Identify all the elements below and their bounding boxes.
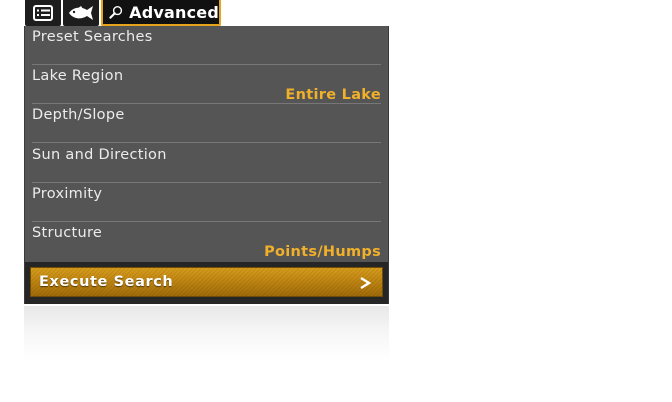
menu-item-preset-searches[interactable]: Preset Searches — [25, 26, 388, 65]
search-screen: Advanced Preset Searches Lake Region Ent… — [0, 0, 672, 402]
chevron-right-icon — [360, 276, 372, 290]
menu-item-value: Entire Lake — [285, 87, 381, 103]
execute-search-button[interactable]: Execute Search — [30, 267, 383, 297]
execute-search-label: Execute Search — [39, 274, 174, 290]
divider — [32, 142, 381, 143]
menu-item-label: Sun and Direction — [32, 147, 167, 163]
menu-item-label: Lake Region — [32, 68, 124, 84]
menu-item-label: Structure — [32, 225, 103, 241]
advanced-search-menu: Preset Searches Lake Region Entire Lake … — [24, 26, 389, 304]
menu-item-structure[interactable]: Structure Points/Humps — [25, 222, 388, 261]
menu-item-label: Depth/Slope — [32, 107, 125, 123]
execute-search-bar: Execute Search — [25, 262, 388, 304]
menu-item-depth-slope[interactable]: Depth/Slope — [25, 104, 388, 143]
tab-advanced-label: Advanced — [129, 2, 219, 22]
tab-advanced[interactable]: Advanced — [101, 0, 221, 26]
tab-fish[interactable] — [63, 0, 99, 26]
menu-item-label: Proximity — [32, 186, 103, 202]
menu-item-proximity[interactable]: Proximity — [25, 183, 388, 222]
panel-reflection — [24, 306, 389, 362]
menu-item-value: Points/Humps — [264, 244, 381, 260]
menu-item-sun-and-direction[interactable]: Sun and Direction — [25, 144, 388, 183]
tab-list[interactable] — [25, 0, 61, 26]
list-icon — [33, 5, 53, 21]
menu-item-lake-region[interactable]: Lake Region Entire Lake — [25, 65, 388, 104]
magnifier-icon — [109, 5, 123, 19]
menu-item-label: Preset Searches — [32, 29, 153, 45]
fish-icon — [69, 6, 93, 20]
